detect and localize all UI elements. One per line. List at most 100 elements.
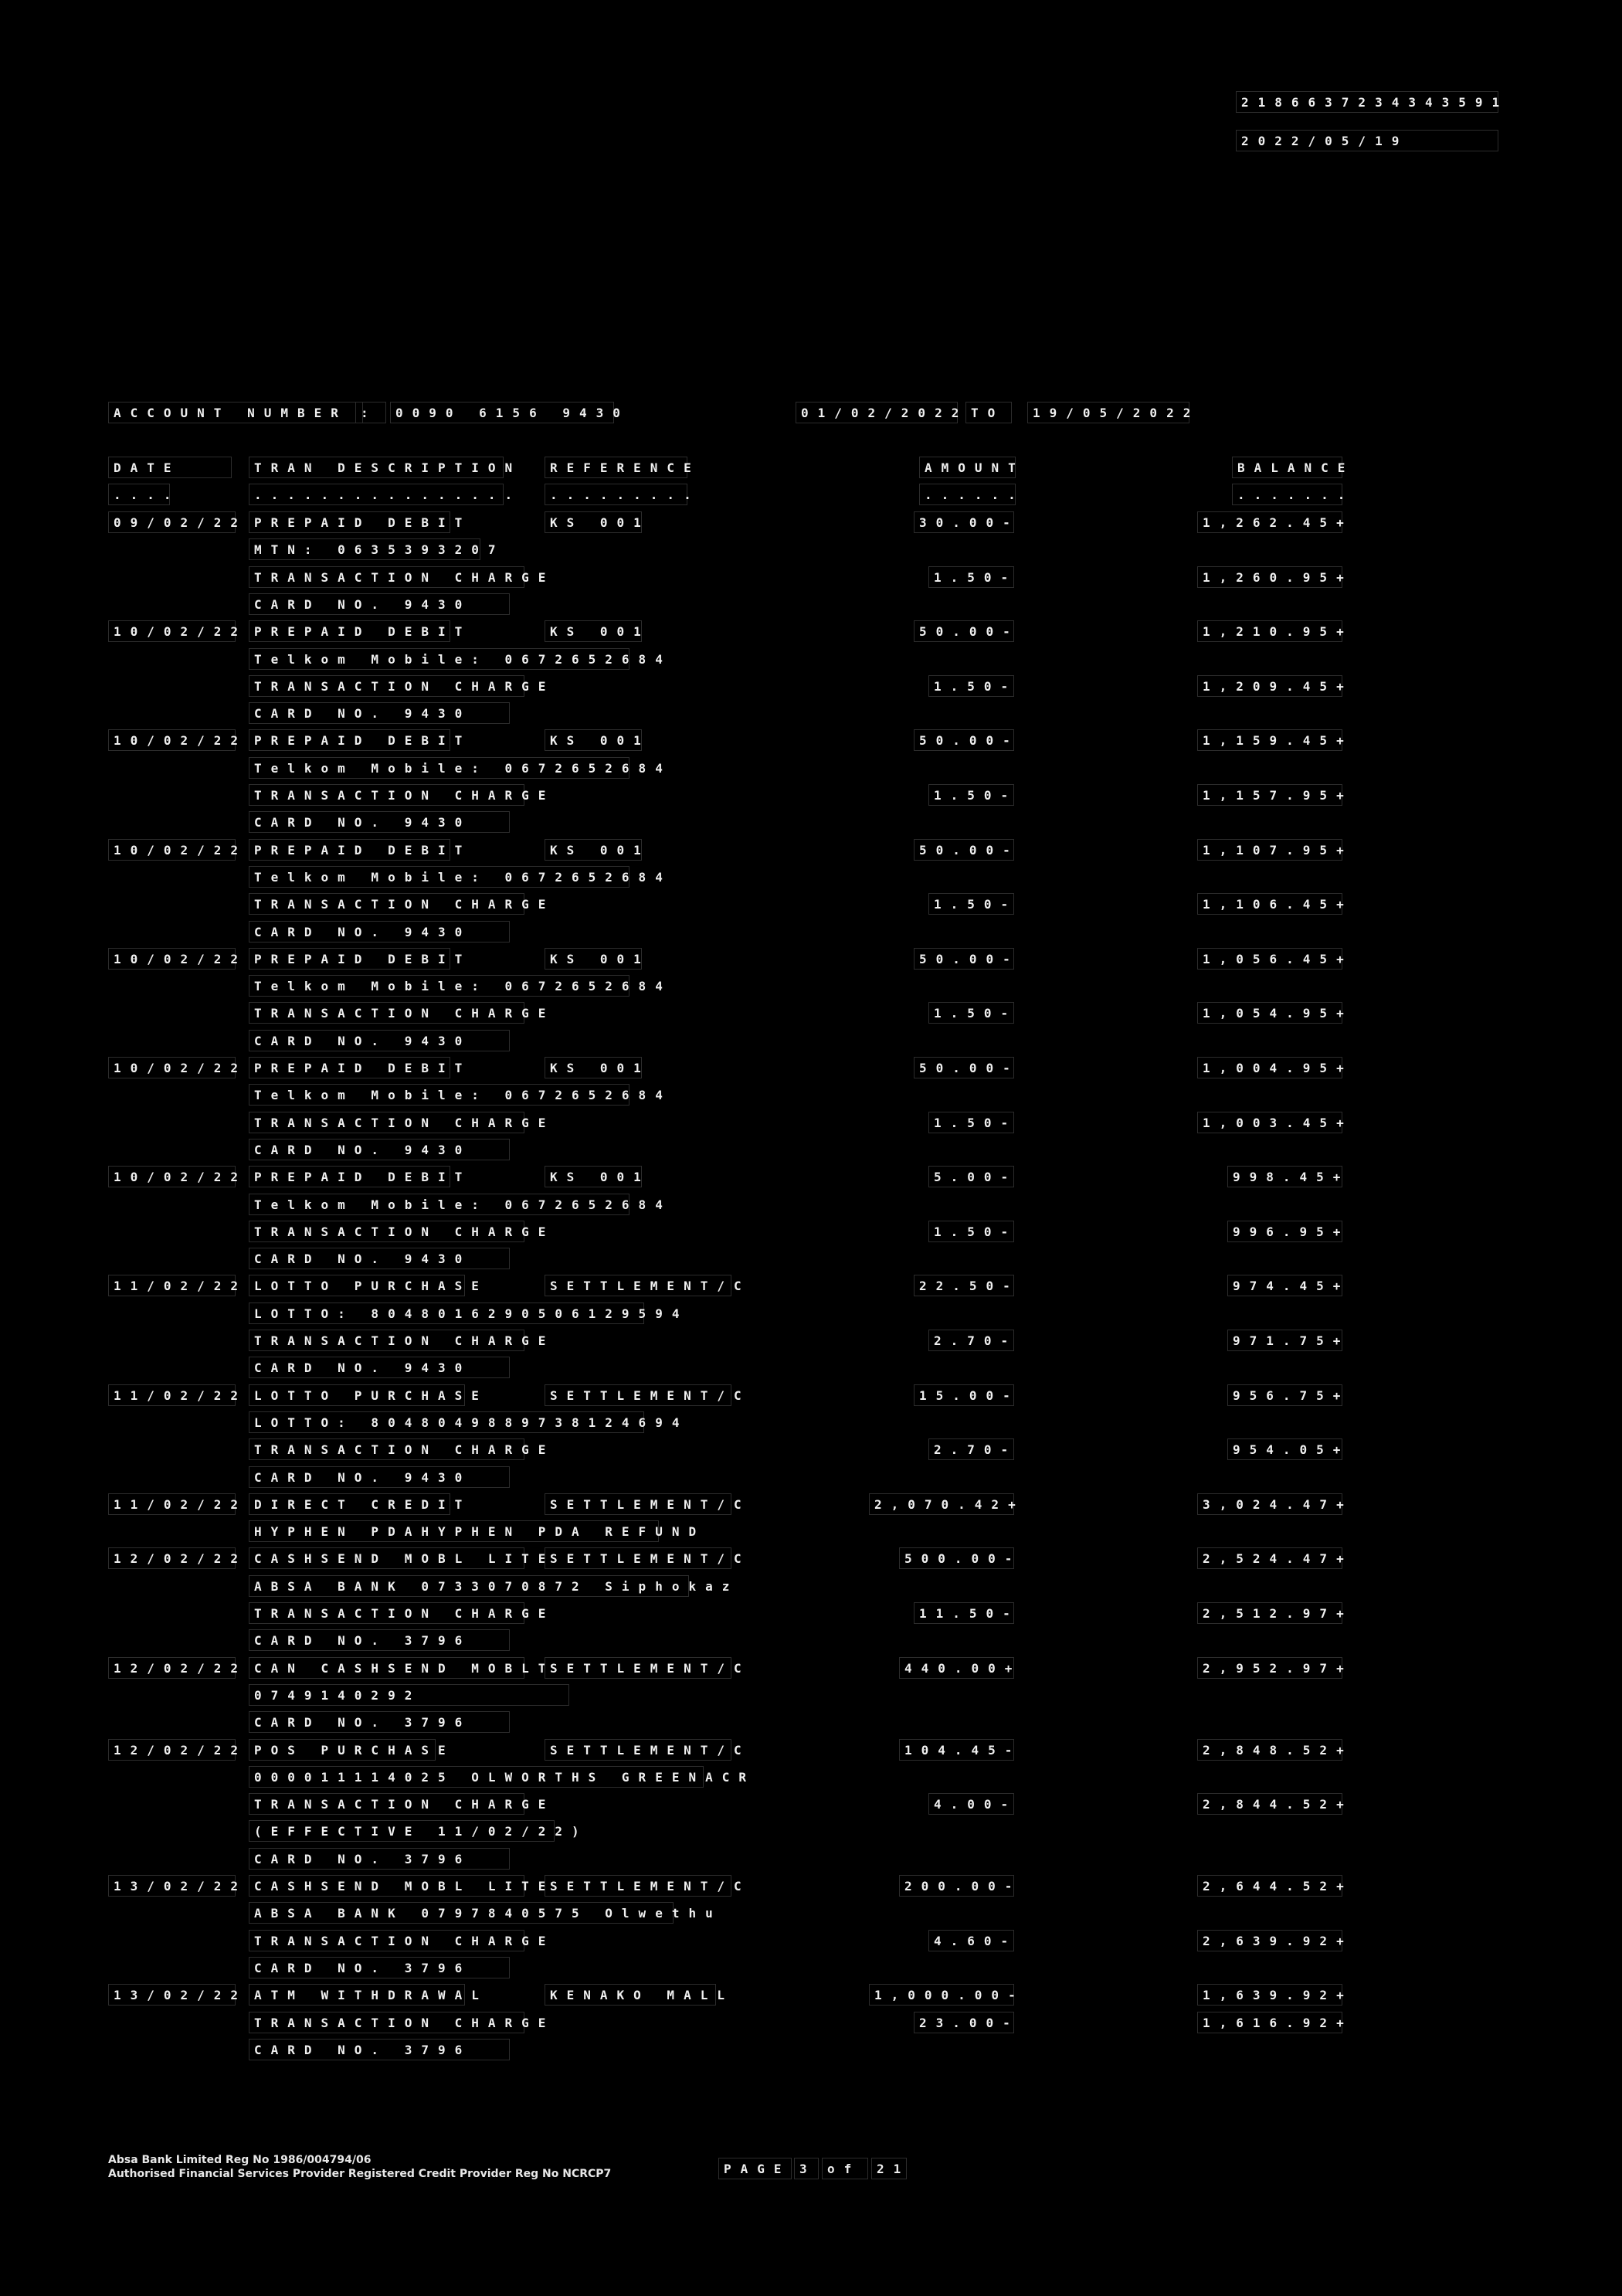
transaction-balance: 996.95+ bbox=[1227, 1221, 1342, 1242]
account-number-separator: : bbox=[355, 402, 386, 423]
transaction-amount: 1.50- bbox=[928, 1002, 1014, 1024]
transaction-description: CARD NO. 9430 bbox=[249, 921, 510, 943]
column-underline-balance: ....... bbox=[1232, 484, 1345, 505]
transaction-description: TRANSACTION CHARGE bbox=[249, 1793, 545, 1815]
transaction-balance: 971.75+ bbox=[1227, 1330, 1342, 1351]
transaction-description: CARD NO. 9430 bbox=[249, 1030, 510, 1051]
transaction-balance: 1,004.95+ bbox=[1197, 1057, 1344, 1078]
transaction-description: PREPAID DEBIT bbox=[249, 511, 462, 533]
transaction-amount: 15.00- bbox=[914, 1384, 1014, 1406]
page-total: 21 bbox=[871, 2158, 907, 2179]
transaction-amount: 22.50- bbox=[914, 1275, 1014, 1296]
transaction-description: TRANSACTION CHARGE bbox=[249, 1002, 545, 1024]
column-header-balance: BALANCE bbox=[1232, 457, 1345, 478]
transaction-balance: 1,262.45+ bbox=[1197, 511, 1344, 533]
column-underline-description: ................ bbox=[249, 484, 512, 505]
transaction-description: ABSA BANK 0733070872 Siphokaz bbox=[249, 1575, 729, 1597]
transaction-reference: SETTLEMENT/C bbox=[545, 1493, 741, 1515]
transaction-description: HYPHEN PDAHYPHEN PDA REFUND bbox=[249, 1520, 696, 1542]
transaction-description: PREPAID DEBIT bbox=[249, 1166, 462, 1187]
transaction-description: CARD NO. 9430 bbox=[249, 702, 510, 724]
transaction-description: (EFFECTIVE 11/02/22) bbox=[249, 1820, 579, 1842]
transaction-balance: 998.45+ bbox=[1227, 1166, 1342, 1187]
footer-provider-info: Authorised Financial Services Provider R… bbox=[108, 2168, 612, 2180]
transaction-description: Telkom Mobile: 0672652684 bbox=[249, 1194, 663, 1215]
transaction-description: PREPAID DEBIT bbox=[249, 839, 462, 861]
transaction-description: PREPAID DEBIT bbox=[249, 729, 462, 751]
transaction-date: 11/02/22 bbox=[108, 1384, 238, 1406]
transaction-description: CARD NO. 9430 bbox=[249, 1139, 510, 1160]
transaction-amount: 2.70- bbox=[928, 1438, 1014, 1460]
transaction-balance: 2,524.47+ bbox=[1197, 1547, 1344, 1569]
transaction-description: LOTTO: 8048049889738124694 bbox=[249, 1411, 679, 1433]
transaction-date: 13/02/22 bbox=[108, 1875, 238, 1897]
transaction-description: CASHSEND MOBL LITE bbox=[249, 1875, 545, 1897]
transaction-description: CARD NO. 3796 bbox=[249, 1629, 510, 1651]
transaction-description: CARD NO. 9430 bbox=[249, 1357, 510, 1378]
transaction-balance: 1,106.45+ bbox=[1197, 893, 1344, 915]
statement-date: 2022/05/19 bbox=[1236, 130, 1498, 151]
transaction-amount: 5.00- bbox=[928, 1166, 1014, 1187]
transaction-amount: 30.00- bbox=[914, 511, 1014, 533]
transaction-balance: 974.45+ bbox=[1227, 1275, 1342, 1296]
transaction-description: TRANSACTION CHARGE bbox=[249, 893, 545, 915]
transaction-amount: 23.00- bbox=[914, 2012, 1014, 2033]
transaction-reference: SETTLEMENT/C bbox=[545, 1875, 741, 1897]
transaction-reference: SETTLEMENT/C bbox=[545, 1739, 741, 1761]
column-underline-amount: ...... bbox=[919, 484, 1016, 505]
transaction-amount: 2,070.42+ bbox=[869, 1493, 1016, 1515]
transaction-amount: 500.00- bbox=[899, 1547, 1014, 1569]
transaction-amount: 50.00- bbox=[914, 839, 1014, 861]
transaction-description: Telkom Mobile: 0672652684 bbox=[249, 975, 663, 997]
transaction-reference: KENAKO MALL bbox=[545, 1984, 724, 2006]
transaction-description: PREPAID DEBIT bbox=[249, 1057, 462, 1078]
transaction-date: 12/02/22 bbox=[108, 1547, 238, 1569]
transaction-balance: 2,512.97+ bbox=[1197, 1602, 1344, 1624]
transaction-description: ABSA BANK 0797840575 Olwethu bbox=[249, 1902, 713, 1924]
transaction-balance: 2,644.52+ bbox=[1197, 1875, 1344, 1897]
page-of-label: of bbox=[822, 2158, 868, 2179]
transaction-reference: KS 001 bbox=[545, 1057, 642, 1078]
transaction-balance: 1,157.95+ bbox=[1197, 784, 1344, 806]
column-header-date: DATE bbox=[108, 457, 232, 478]
transaction-balance: 2,639.92+ bbox=[1197, 1930, 1344, 1951]
transaction-description: CARD NO. 3796 bbox=[249, 2039, 510, 2060]
transaction-date: 11/02/22 bbox=[108, 1275, 238, 1296]
transaction-amount: 50.00- bbox=[914, 729, 1014, 751]
period-to: 19/05/2022 bbox=[1027, 402, 1190, 423]
transaction-reference: KS 001 bbox=[545, 729, 642, 751]
transaction-description: DIRECT CREDIT bbox=[249, 1493, 462, 1515]
transaction-balance: 1,639.92+ bbox=[1197, 1984, 1344, 2006]
transaction-description: Telkom Mobile: 0672652684 bbox=[249, 866, 663, 888]
transaction-balance: 1,056.45+ bbox=[1197, 948, 1344, 970]
transaction-balance: 1,209.45+ bbox=[1197, 675, 1344, 697]
transaction-amount: 1,000.00- bbox=[869, 1984, 1016, 2006]
transaction-amount: 440.00+ bbox=[899, 1657, 1014, 1679]
transaction-date: 10/02/22 bbox=[108, 620, 238, 642]
transaction-amount: 1.50- bbox=[928, 675, 1014, 697]
transaction-date: 09/02/22 bbox=[108, 511, 238, 533]
transaction-balance: 2,952.97+ bbox=[1197, 1657, 1344, 1679]
transaction-reference: SETTLEMENT/C bbox=[545, 1657, 741, 1679]
transaction-amount: 1.50- bbox=[928, 1112, 1014, 1133]
column-header-description: TRAN DESCRIPTION bbox=[249, 457, 512, 478]
transaction-reference: KS 001 bbox=[545, 1166, 642, 1187]
transaction-amount: 104.45- bbox=[899, 1739, 1014, 1761]
page-current: 3 bbox=[794, 2158, 819, 2179]
transaction-balance: 2,848.52+ bbox=[1197, 1739, 1344, 1761]
transaction-description: CASHSEND MOBL LITE bbox=[249, 1547, 545, 1569]
transaction-description: MTN: 0635393207 bbox=[249, 538, 496, 560]
column-header-amount: AMOUNT bbox=[919, 457, 1016, 478]
transaction-description: TRANSACTION CHARGE bbox=[249, 1112, 545, 1133]
transaction-description: CARD NO. 9430 bbox=[249, 593, 510, 615]
page-label: PAGE bbox=[718, 2158, 792, 2179]
transaction-description: LOTTO PURCHASE bbox=[249, 1384, 479, 1406]
transaction-balance: 956.75+ bbox=[1227, 1384, 1342, 1406]
transaction-description: CARD NO. 3796 bbox=[249, 1848, 510, 1870]
transaction-amount: 50.00- bbox=[914, 948, 1014, 970]
transaction-amount: 4.00- bbox=[928, 1793, 1014, 1815]
account-number: 0090 6156 9430 bbox=[390, 402, 620, 423]
transaction-description: CARD NO. 3796 bbox=[249, 1711, 510, 1733]
transaction-description: TRANSACTION CHARGE bbox=[249, 675, 545, 697]
statement-reference-number: 2186637234343591 bbox=[1236, 91, 1499, 113]
